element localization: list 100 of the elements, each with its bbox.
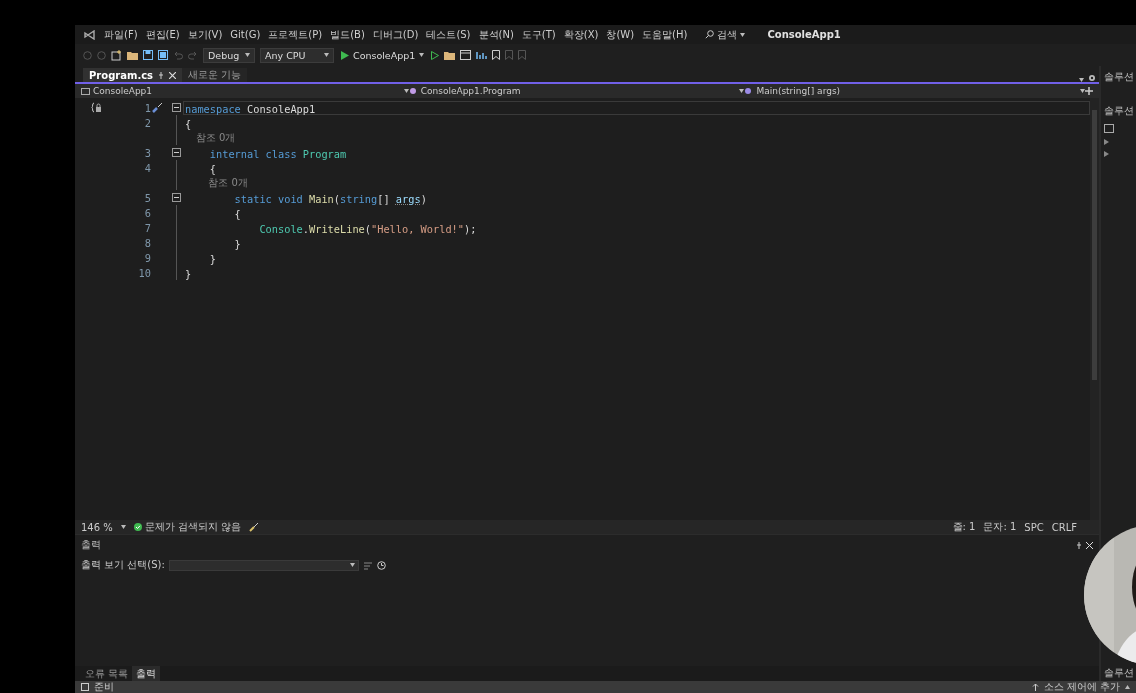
- line-number: 3: [143, 146, 151, 159]
- menu-item[interactable]: 확장(X): [563, 27, 599, 42]
- collapse-icon: [171, 103, 181, 112]
- status-text: 준비: [94, 681, 114, 693]
- code-line: }: [233, 236, 242, 250]
- scrollbar[interactable]: [1090, 98, 1099, 520]
- caret-icon: [1125, 685, 1130, 689]
- menu-item[interactable]: 도움말(H): [642, 27, 688, 42]
- code-line: }: [208, 251, 217, 265]
- zoom-level[interactable]: 146 %: [81, 521, 113, 533]
- save-icon: [143, 50, 153, 60]
- window-icon: [460, 50, 472, 60]
- solution-title: ConsoleApp1: [767, 29, 841, 40]
- panel-tab[interactable]: 솔루션: [1104, 666, 1136, 680]
- caret-icon: [740, 32, 746, 37]
- column-position[interactable]: 문자: 1: [983, 520, 1017, 534]
- wrap-icon: [362, 560, 373, 570]
- close-icon: [1086, 541, 1093, 549]
- folder-icon: [127, 50, 138, 60]
- play-icon: [341, 50, 349, 60]
- brush-icon: [152, 102, 163, 113]
- menu-item[interactable]: 빌드(B): [330, 27, 365, 42]
- line-number: 2: [143, 116, 151, 129]
- document-tab[interactable]: Program.cs: [83, 68, 183, 82]
- menu-item[interactable]: 분석(N): [478, 27, 514, 42]
- code-line: Console.WriteLine("Hello, World!");: [258, 221, 478, 235]
- code-line: internal class Program: [208, 146, 348, 160]
- menu-item[interactable]: 창(W): [606, 27, 635, 42]
- source-control-button[interactable]: 소스 제어에 추가: [1043, 681, 1120, 693]
- folder-icon: [444, 50, 456, 60]
- caret-icon: [1080, 89, 1085, 93]
- close-icon: [169, 71, 177, 79]
- member-dropdown[interactable]: Main(string[] args): [744, 86, 1085, 96]
- method-icon: [744, 87, 754, 95]
- caret-icon: [349, 563, 355, 567]
- code-line: }: [184, 266, 193, 280]
- chart-icon: [476, 50, 488, 60]
- redo-icon: [188, 50, 198, 60]
- line-number: 6: [143, 206, 151, 219]
- code-line: static void Main(string[] args): [233, 191, 428, 205]
- configuration-dropdown[interactable]: Debug: [203, 47, 255, 63]
- reference-count[interactable]: 참조 0개: [183, 175, 248, 190]
- whitespace-mode[interactable]: SPC: [1024, 521, 1044, 533]
- new-project-icon: [111, 49, 122, 61]
- undo-icon: [173, 50, 183, 60]
- line-number: 10: [137, 266, 151, 279]
- menu-item[interactable]: 프로젝트(P): [268, 27, 323, 42]
- pin-icon: [158, 71, 165, 79]
- collapse-icon: [171, 193, 181, 202]
- collapse-icon: [171, 148, 181, 157]
- caret-icon: [739, 89, 745, 93]
- panel-title: 출력: [81, 538, 101, 552]
- reference-count[interactable]: 참조 0개: [183, 130, 236, 145]
- menu-item[interactable]: 편집(E): [145, 27, 180, 42]
- line-number: 5: [143, 191, 151, 204]
- document-tab[interactable]: 새로운 기능: [182, 68, 248, 82]
- type-dropdown[interactable]: ConsoleApp1.Program: [408, 86, 745, 96]
- caret-icon: [1079, 78, 1084, 82]
- menu-item[interactable]: 디버그(D): [372, 27, 419, 42]
- search-button[interactable]: 검색: [705, 27, 746, 42]
- caret-icon: [120, 525, 126, 529]
- add-icon: [1085, 87, 1093, 95]
- field-label: 출력 보기 선택(S):: [81, 558, 165, 572]
- output-source-dropdown[interactable]: [168, 559, 359, 571]
- menu-item[interactable]: 도구(T): [521, 27, 556, 42]
- panel-tab[interactable]: 출력: [132, 666, 161, 682]
- project-icon: [81, 87, 90, 95]
- up-arrow-icon: [1031, 683, 1039, 691]
- caret-icon: [245, 53, 251, 57]
- line-position[interactable]: 줄: 1: [952, 520, 976, 534]
- line-number: 4: [143, 161, 151, 174]
- save-all-icon: [158, 50, 168, 60]
- search-icon: [705, 30, 715, 39]
- menu-item[interactable]: 보기(V): [187, 27, 223, 42]
- platform-dropdown[interactable]: Any CPU: [260, 47, 334, 63]
- issues-status[interactable]: 문제가 검색되지 않음: [133, 520, 242, 534]
- line-ending[interactable]: CRLF: [1051, 521, 1077, 533]
- panel-tab[interactable]: 오류 목록: [81, 666, 133, 682]
- run-button[interactable]: ConsoleApp1: [339, 49, 427, 61]
- brush-icon: [249, 522, 260, 532]
- check-circle-icon: [133, 523, 142, 531]
- settings-icon: [1088, 74, 1096, 82]
- line-number: 7: [143, 221, 151, 234]
- line-number: 1: [143, 101, 151, 114]
- search-field[interactable]: 솔루션: [1104, 104, 1136, 118]
- play-outline-icon: [431, 50, 440, 60]
- caret-icon: [419, 53, 425, 57]
- solution-icon: [1104, 124, 1114, 133]
- panel-title: 솔루션: [1104, 70, 1135, 84]
- line-number: 9: [143, 251, 151, 264]
- code-line: {: [184, 116, 193, 130]
- code-line: {: [208, 161, 217, 175]
- menu-item[interactable]: 테스트(S): [426, 27, 471, 42]
- clock-icon: [376, 560, 386, 570]
- menu-item[interactable]: Git(G): [230, 29, 261, 40]
- line-number: 8: [143, 236, 151, 249]
- lock-brace-icon: [90, 102, 102, 113]
- project-dropdown[interactable]: ConsoleApp1: [81, 86, 409, 96]
- menu-item[interactable]: 파일(F): [104, 27, 138, 42]
- caret-icon: [403, 89, 409, 93]
